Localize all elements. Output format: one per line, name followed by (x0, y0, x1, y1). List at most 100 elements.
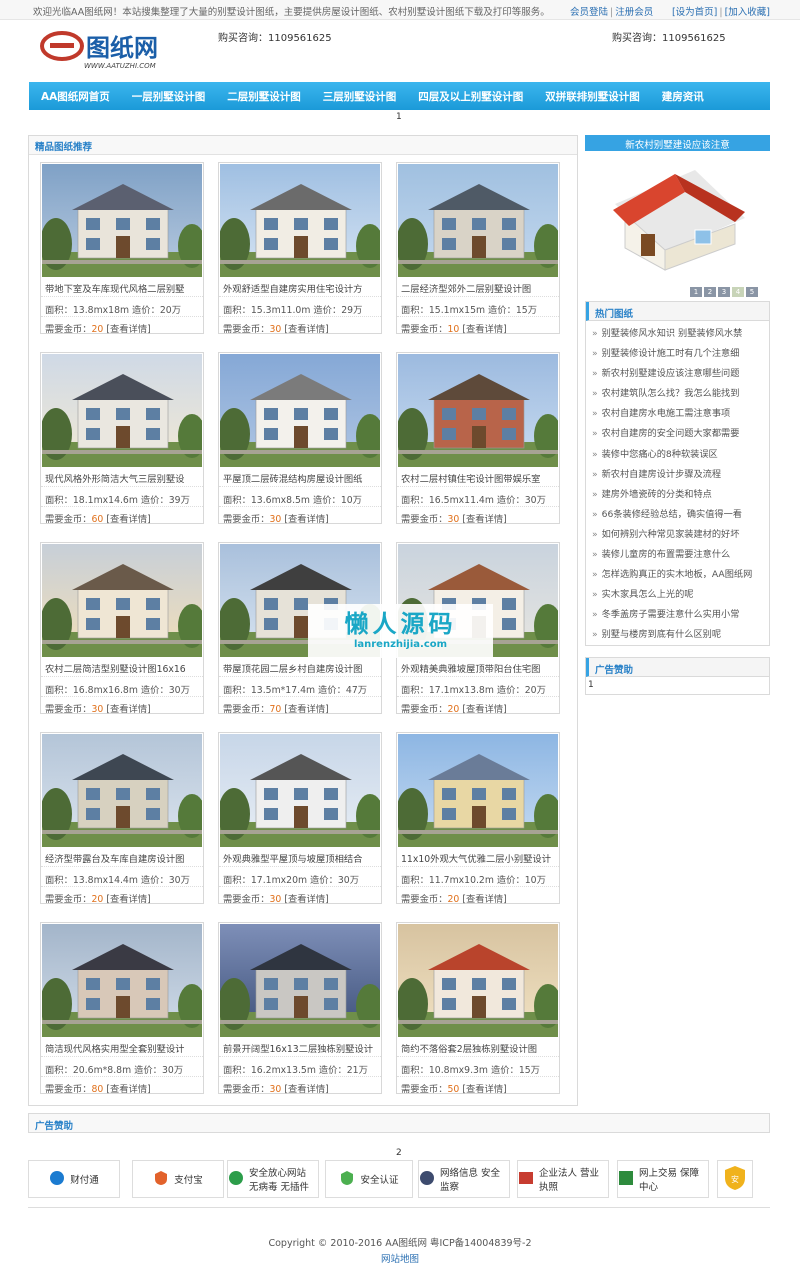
trust-badge[interactable]: 企业法人 营业执照 (517, 1160, 609, 1198)
house-thumbnail[interactable] (42, 354, 202, 467)
card-title[interactable]: 外观精美典雅坡屋顶带阳台住宅图 (401, 661, 557, 675)
house-thumbnail[interactable] (220, 354, 380, 467)
house-thumbnail[interactable] (42, 544, 202, 657)
view-detail-link[interactable]: [查看详情] (106, 324, 150, 335)
nav-news[interactable]: 建房资讯 (662, 89, 704, 104)
house-thumbnail[interactable] (42, 924, 202, 1037)
hot-list-item[interactable]: 新农村自建房设计步骤及流程 (592, 466, 769, 486)
slider-page-4[interactable]: 4 (732, 287, 744, 297)
card-title[interactable]: 带地下室及车库现代风格二层别墅 (45, 281, 201, 295)
house-thumbnail[interactable] (220, 734, 380, 847)
view-detail-link[interactable]: [查看详情] (106, 514, 150, 525)
house-thumbnail[interactable] (42, 164, 202, 277)
nav-two-floor[interactable]: 二层别墅设计图 (227, 89, 301, 104)
hot-list-item[interactable]: 装修儿童房的布置需要注意什么 (592, 546, 769, 566)
nav-three-floor[interactable]: 三层别墅设计图 (323, 89, 397, 104)
card-title[interactable]: 农村二层村镇住宅设计图带娱乐室 (401, 471, 557, 485)
house-thumbnail[interactable] (398, 164, 558, 277)
house-thumbnail[interactable] (42, 734, 202, 847)
nav-four-floor[interactable]: 四层及以上别墅设计图 (418, 89, 523, 104)
nav-one-floor[interactable]: 一层别墅设计图 (132, 89, 206, 104)
hot-list-item[interactable]: 实木家具怎么上光的呢 (592, 586, 769, 606)
design-card[interactable]: 简约不落俗套2层独栋别墅设计图 面积：10.8mx9.3m 造价：15万 需要金… (396, 922, 560, 1095)
card-title[interactable]: 简洁现代风格实用型全套别墅设计 (45, 1041, 201, 1055)
view-detail-link[interactable]: [查看详情] (462, 1084, 506, 1095)
trust-badge[interactable]: 支付宝 (132, 1160, 224, 1198)
trust-badge[interactable]: 网上交易 保障中心 (617, 1160, 709, 1198)
view-detail-link[interactable]: [查看详情] (106, 894, 150, 905)
house-thumbnail[interactable] (220, 924, 380, 1037)
design-card[interactable]: 带地下室及车库现代风格二层别墅 面积：13.8mx18m 造价：20万 需要金币… (40, 162, 204, 335)
slider-page-3[interactable]: 3 (718, 287, 730, 297)
design-card[interactable]: 经济型带露台及车库自建房设计图 面积：13.8mx14.4m 造价：30万 需要… (40, 732, 204, 905)
view-detail-link[interactable]: [查看详情] (284, 1084, 328, 1095)
card-title[interactable]: 现代风格外形简洁大气三层别墅设 (45, 471, 201, 485)
hot-list-item[interactable]: 农村建筑队怎么找？我怎么能找到 (592, 385, 769, 405)
card-title[interactable]: 外观典雅型平屋顶与坡屋顶相结合 (223, 851, 379, 865)
hot-list-item[interactable]: 别墅与楼房到底有什么区别呢 (592, 626, 769, 646)
hot-list-item[interactable]: 新农村别墅建设应该注意哪些问题 (592, 365, 769, 385)
site-logo[interactable]: 图纸网 WWW.AATUZHI.COM (40, 28, 200, 72)
design-card[interactable]: 外观舒适型自建房实用住宅设计方 面积：15.3m11.0m 造价：29万 需要金… (218, 162, 382, 335)
card-title[interactable]: 二层经济型郊外二层别墅设计图 (401, 281, 557, 295)
view-detail-link[interactable]: [查看详情] (284, 894, 328, 905)
slider-page-1[interactable]: 1 (690, 287, 702, 297)
view-detail-link[interactable]: [查看详情] (462, 704, 506, 715)
nav-home[interactable]: AA图纸网首页 (41, 89, 110, 104)
hot-list-item[interactable]: 装修中您痛心的8种软装误区 (592, 446, 769, 466)
card-title[interactable]: 前景开阔型16x13二层独栋别墅设计 (223, 1041, 379, 1055)
card-title[interactable]: 带屋顶花园二层乡村自建房设计图 (223, 661, 379, 675)
trust-badge[interactable]: 安 (717, 1160, 753, 1198)
sitemap-link[interactable]: 网站地图 (0, 1251, 800, 1265)
view-detail-link[interactable]: [查看详情] (106, 1084, 150, 1095)
design-card[interactable]: 前景开阔型16x13二层独栋别墅设计 面积：16.2mx13.5m 造价：21万… (218, 922, 382, 1095)
slider-page-5[interactable]: 5 (746, 287, 758, 297)
view-detail-link[interactable]: [查看详情] (462, 894, 506, 905)
notice-heading[interactable]: 新农村别墅建设应该注意 (585, 135, 770, 151)
view-detail-link[interactable]: [查看详情] (284, 704, 328, 715)
card-title[interactable]: 11x10外观大气优雅二层小别墅设计 (401, 851, 557, 865)
card-spec: 面积：15.3m11.0m 造价：29万 (223, 305, 363, 316)
slider-page-2[interactable]: 2 (704, 287, 716, 297)
card-title[interactable]: 外观舒适型自建房实用住宅设计方 (223, 281, 379, 295)
nav-duplex[interactable]: 双拼联排别墅设计图 (545, 89, 640, 104)
hot-list-item[interactable]: 农村自建房水电施工需注意事项 (592, 405, 769, 425)
house-thumbnail[interactable] (398, 924, 558, 1037)
design-card[interactable]: 农村二层村镇住宅设计图带娱乐室 面积：16.5mx11.4m 造价：30万 需要… (396, 352, 560, 525)
card-title[interactable]: 简约不落俗套2层独栋别墅设计图 (401, 1041, 557, 1055)
view-detail-link[interactable]: [查看详情] (462, 514, 506, 525)
design-card[interactable]: 二层经济型郊外二层别墅设计图 面积：15.1mx15m 造价：15万 需要金币：… (396, 162, 560, 335)
trust-badge[interactable]: 安全放心网站 无病毒 无插件 (227, 1160, 319, 1198)
trust-badge[interactable]: 财付通 (28, 1160, 120, 1198)
register-link[interactable]: 注册会员 (615, 7, 653, 18)
card-title[interactable]: 经济型带露台及车库自建房设计图 (45, 851, 201, 865)
trust-badge[interactable]: 网络信息 安全监察 (418, 1160, 510, 1198)
hot-list-item[interactable]: 如何辨别六种常见家装建材的好坏 (592, 526, 769, 546)
card-title[interactable]: 农村二层简洁型别墅设计图16x16 (45, 661, 201, 675)
hot-list-item[interactable]: 建房外墙瓷砖的分类和特点 (592, 486, 769, 506)
view-detail-link[interactable]: [查看详情] (284, 324, 328, 335)
set-home-link[interactable]: [设为首页] (672, 7, 717, 18)
house-thumbnail[interactable] (398, 354, 558, 467)
house-thumbnail[interactable] (220, 164, 380, 277)
trust-badge[interactable]: 安全认证 (325, 1160, 413, 1198)
design-card[interactable]: 现代风格外形简洁大气三层别墅设 面积：18.1mx14.6m 造价：39万 需要… (40, 352, 204, 525)
card-title[interactable]: 平屋顶二层砖混结构房屋设计图纸 (223, 471, 379, 485)
house-thumbnail[interactable] (398, 734, 558, 847)
hot-list-item[interactable]: 农村自建房的安全问题大家都需要 (592, 425, 769, 445)
view-detail-link[interactable]: [查看详情] (284, 514, 328, 525)
login-link[interactable]: 会员登陆 (570, 7, 608, 18)
design-card[interactable]: 外观典雅型平屋顶与坡屋顶相结合 面积：17.1mx20m 造价：30万 需要金币… (218, 732, 382, 905)
hot-list-item[interactable]: 别墅装修风水知识 别墅装修风水禁 (592, 325, 769, 345)
design-card[interactable]: 11x10外观大气优雅二层小别墅设计 面积：11.7mx10.2m 造价：10万… (396, 732, 560, 905)
design-card[interactable]: 平屋顶二层砖混结构房屋设计图纸 面积：13.6mx8.5m 造价：10万 需要金… (218, 352, 382, 525)
add-bookmark-link[interactable]: [加入收藏] (725, 7, 770, 18)
hot-list-item[interactable]: 冬季盖房子需要注意什么实用小常 (592, 606, 769, 626)
design-card[interactable]: 简洁现代风格实用型全套别墅设计 面积：20.6m*8.8m 造价：30万 需要金… (40, 922, 204, 1095)
hot-list-item[interactable]: 别墅装修设计施工时有几个注意细 (592, 345, 769, 365)
view-detail-link[interactable]: [查看详情] (462, 324, 506, 335)
design-card[interactable]: 农村二层简洁型别墅设计图16x16 面积：16.8mx16.8m 造价：30万 … (40, 542, 204, 715)
hot-list-item[interactable]: 怎样选购真正的实木地板，AA图纸网 (592, 566, 769, 586)
view-detail-link[interactable]: [查看详情] (106, 704, 150, 715)
hot-list-item[interactable]: 66条装修经验总结，确实值得一看 (592, 506, 769, 526)
